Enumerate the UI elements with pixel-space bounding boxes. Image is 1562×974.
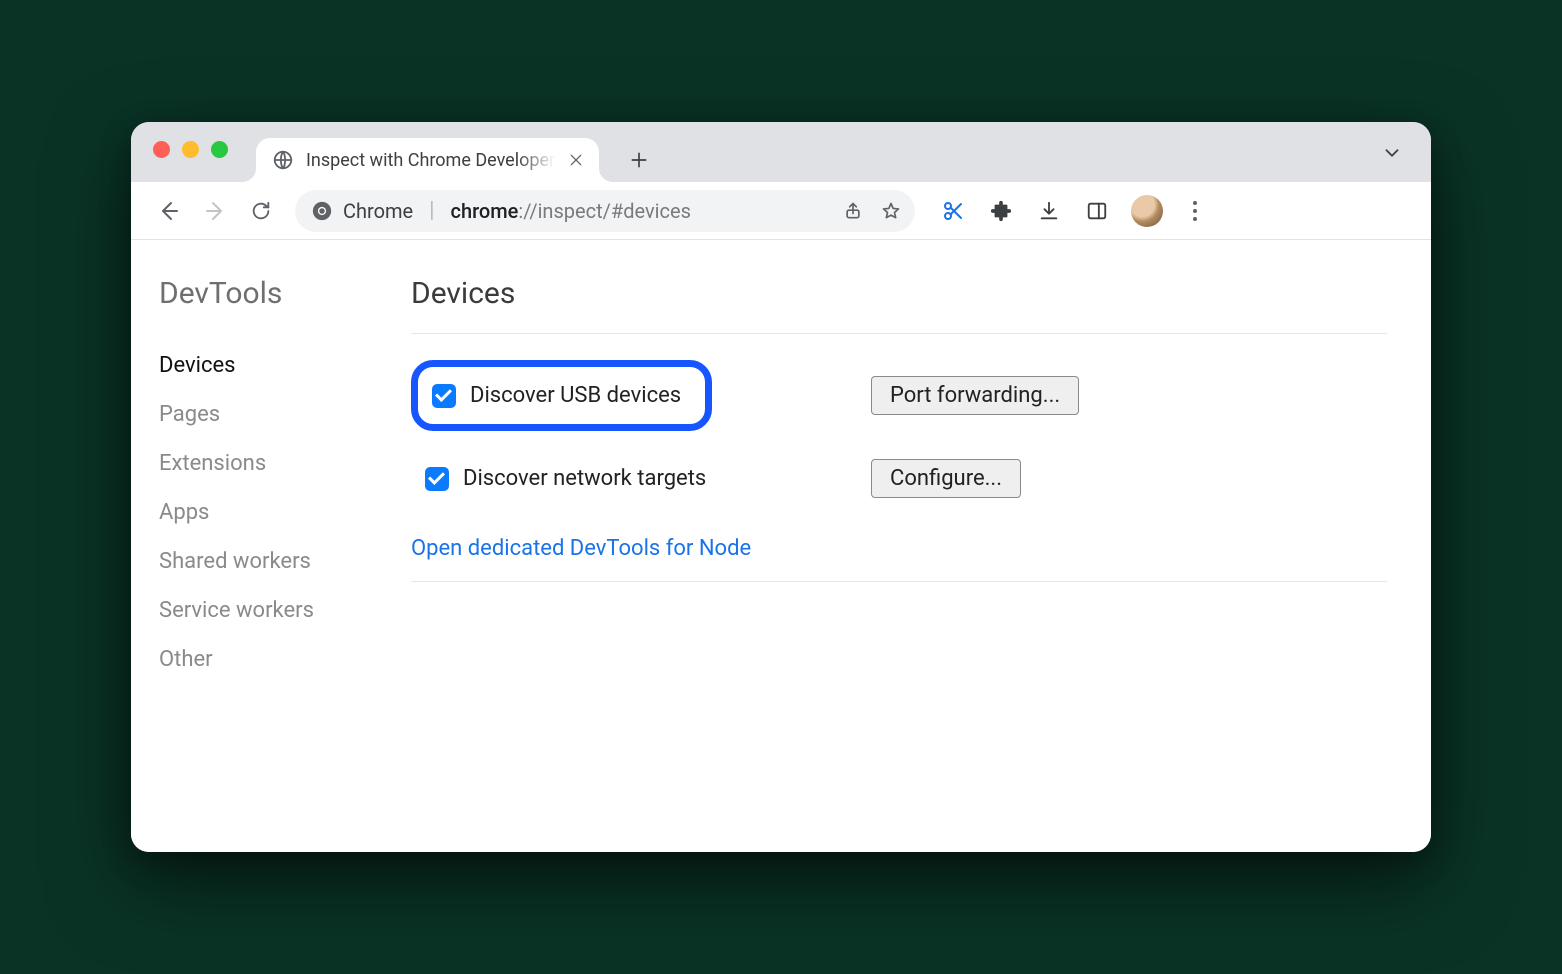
downloads-icon[interactable] (1035, 197, 1063, 225)
close-window-button[interactable] (153, 141, 170, 158)
minimize-window-button[interactable] (182, 141, 199, 158)
configure-button[interactable]: Configure... (871, 459, 1021, 498)
separator: | (429, 198, 434, 223)
discover-usb-checkbox[interactable] (432, 384, 456, 408)
divider (411, 333, 1387, 334)
profile-avatar[interactable] (1131, 195, 1163, 227)
sidebar-item-devices[interactable]: Devices (159, 341, 381, 390)
main-panel: Devices Discover USB devices Port forwar… (381, 240, 1431, 852)
tab-strip: Inspect with Chrome Developer (131, 122, 1431, 182)
share-icon[interactable] (841, 199, 865, 223)
sidebar-heading: DevTools (159, 276, 381, 311)
discover-network-checkbox[interactable] (425, 467, 449, 491)
tabs-dropdown-button[interactable] (1381, 142, 1403, 164)
sidebar-item-extensions[interactable]: Extensions (159, 439, 381, 488)
address-bar[interactable]: Chrome | chrome://inspect/#devices (295, 190, 915, 232)
toolbar: Chrome | chrome://inspect/#devices (131, 182, 1431, 240)
scheme-label: Chrome (343, 199, 413, 223)
scissors-icon[interactable] (939, 197, 967, 225)
usb-row: Discover USB devices Port forwarding... (411, 360, 1387, 431)
globe-icon (272, 149, 294, 171)
port-forwarding-button[interactable]: Port forwarding... (871, 376, 1079, 415)
close-tab-button[interactable] (567, 151, 585, 169)
discover-network-label: Discover network targets (463, 466, 706, 491)
window-controls (153, 141, 228, 158)
sidebar-item-other[interactable]: Other (159, 635, 381, 684)
bookmark-star-icon[interactable] (879, 199, 903, 223)
sidebar: DevTools Devices Pages Extensions Apps S… (131, 240, 381, 852)
open-node-devtools-link[interactable]: Open dedicated DevTools for Node (411, 536, 751, 561)
side-panel-icon[interactable] (1083, 197, 1111, 225)
chrome-icon (311, 200, 333, 222)
node-link-row: Open dedicated DevTools for Node (411, 526, 1387, 581)
browser-tab[interactable]: Inspect with Chrome Developer (256, 138, 599, 182)
toolbar-actions (939, 195, 1207, 227)
maximize-window-button[interactable] (211, 141, 228, 158)
new-tab-button[interactable] (621, 142, 657, 178)
sidebar-item-pages[interactable]: Pages (159, 390, 381, 439)
reload-button[interactable] (241, 191, 281, 231)
back-button[interactable] (149, 191, 189, 231)
url-text: chrome://inspect/#devices (451, 199, 691, 223)
network-row: Discover network targets Configure... (411, 459, 1387, 498)
browser-window: Inspect with Chrome Developer Chrome (131, 122, 1431, 852)
kebab-menu-icon[interactable] (1183, 197, 1207, 225)
extensions-icon[interactable] (987, 197, 1015, 225)
discover-usb-label: Discover USB devices (470, 383, 681, 408)
main-heading: Devices (411, 276, 1387, 311)
divider (411, 581, 1387, 582)
sidebar-item-apps[interactable]: Apps (159, 488, 381, 537)
tab-title: Inspect with Chrome Developer (306, 150, 555, 171)
sidebar-item-service-workers[interactable]: Service workers (159, 586, 381, 635)
forward-button[interactable] (195, 191, 235, 231)
omnibox-actions (841, 199, 903, 223)
page-content: DevTools Devices Pages Extensions Apps S… (131, 240, 1431, 852)
sidebar-item-shared-workers[interactable]: Shared workers (159, 537, 381, 586)
usb-highlight: Discover USB devices (411, 360, 712, 431)
